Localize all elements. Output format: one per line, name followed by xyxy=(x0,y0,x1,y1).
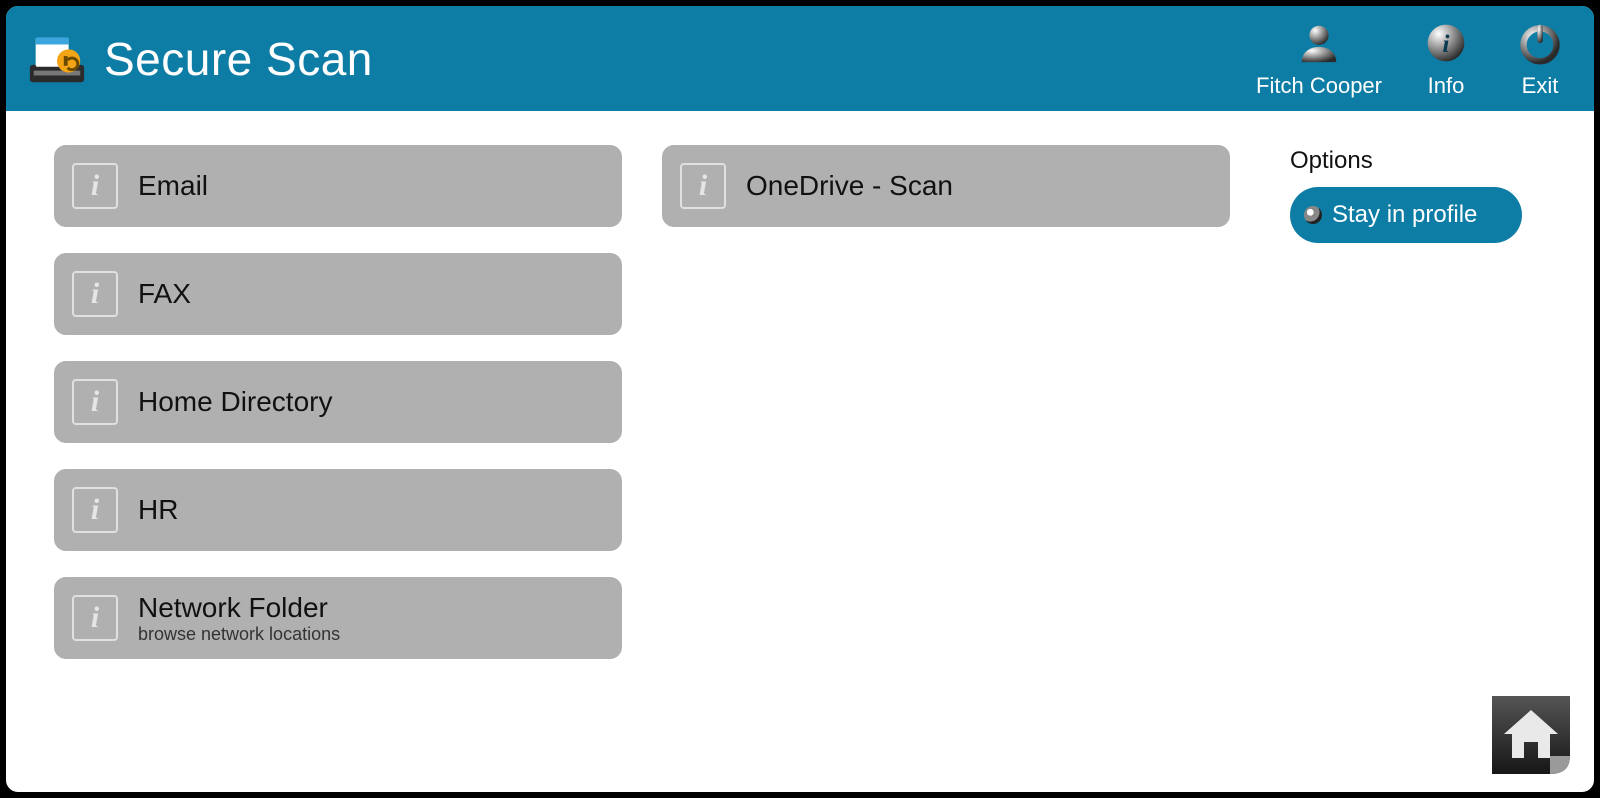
user-icon xyxy=(1295,19,1343,67)
info-icon[interactable]: i xyxy=(72,487,118,533)
home-button[interactable] xyxy=(1488,692,1574,778)
tile-title: FAX xyxy=(138,278,191,310)
destination-column-1: i Email i FAX i Home Direct xyxy=(54,145,622,772)
destination-column-2: i OneDrive - Scan xyxy=(662,145,1230,772)
user-button[interactable]: Fitch Cooper xyxy=(1256,19,1382,99)
tile-text: Home Directory xyxy=(138,386,332,418)
info-icon: i xyxy=(1422,19,1470,67)
home-icon xyxy=(1488,692,1574,778)
power-icon xyxy=(1516,19,1564,67)
tile-hr[interactable]: i HR xyxy=(54,469,622,551)
tile-title: Network Folder xyxy=(138,592,340,624)
stay-in-profile-toggle[interactable]: Stay in profile xyxy=(1290,187,1522,243)
destination-columns: i Email i FAX i Home Direct xyxy=(54,145,1250,772)
tile-text: OneDrive - Scan xyxy=(746,170,953,202)
tile-network-folder[interactable]: i Network Folder browse network location… xyxy=(54,577,622,659)
svg-text:i: i xyxy=(1442,29,1450,58)
app-title: Secure Scan xyxy=(104,32,1256,86)
app-logo-icon xyxy=(26,28,88,90)
info-icon[interactable]: i xyxy=(72,271,118,317)
info-icon[interactable]: i xyxy=(72,379,118,425)
info-icon[interactable]: i xyxy=(72,163,118,209)
info-icon[interactable]: i xyxy=(72,595,118,641)
tile-onedrive-scan[interactable]: i OneDrive - Scan xyxy=(662,145,1230,227)
tile-subtitle: browse network locations xyxy=(138,624,340,645)
stay-in-profile-label: Stay in profile xyxy=(1332,201,1477,229)
app-header: Secure Scan Fitch Cooper i xyxy=(6,6,1594,111)
exit-button[interactable]: Exit xyxy=(1510,19,1570,99)
info-label: Info xyxy=(1428,73,1465,99)
app-body: i Email i FAX i Home Direct xyxy=(6,111,1594,792)
tile-title: Email xyxy=(138,170,208,202)
user-label: Fitch Cooper xyxy=(1256,73,1382,99)
tile-text: Email xyxy=(138,170,208,202)
tile-home-directory[interactable]: i Home Directory xyxy=(54,361,622,443)
info-icon[interactable]: i xyxy=(680,163,726,209)
tile-text: Network Folder browse network locations xyxy=(138,592,340,645)
tile-title: OneDrive - Scan xyxy=(746,170,953,202)
tile-fax[interactable]: i FAX xyxy=(54,253,622,335)
info-button[interactable]: i Info xyxy=(1416,19,1476,99)
options-panel: Options Stay in profile xyxy=(1290,145,1560,772)
tile-title: HR xyxy=(138,494,178,526)
radio-dot-icon xyxy=(1304,206,1322,224)
tile-title: Home Directory xyxy=(138,386,332,418)
app-window: Secure Scan Fitch Cooper i xyxy=(0,0,1600,798)
header-actions: Fitch Cooper i Info xyxy=(1256,19,1570,99)
tile-text: FAX xyxy=(138,278,191,310)
exit-label: Exit xyxy=(1522,73,1559,99)
options-heading: Options xyxy=(1290,147,1560,175)
tile-text: HR xyxy=(138,494,178,526)
tile-email[interactable]: i Email xyxy=(54,145,622,227)
